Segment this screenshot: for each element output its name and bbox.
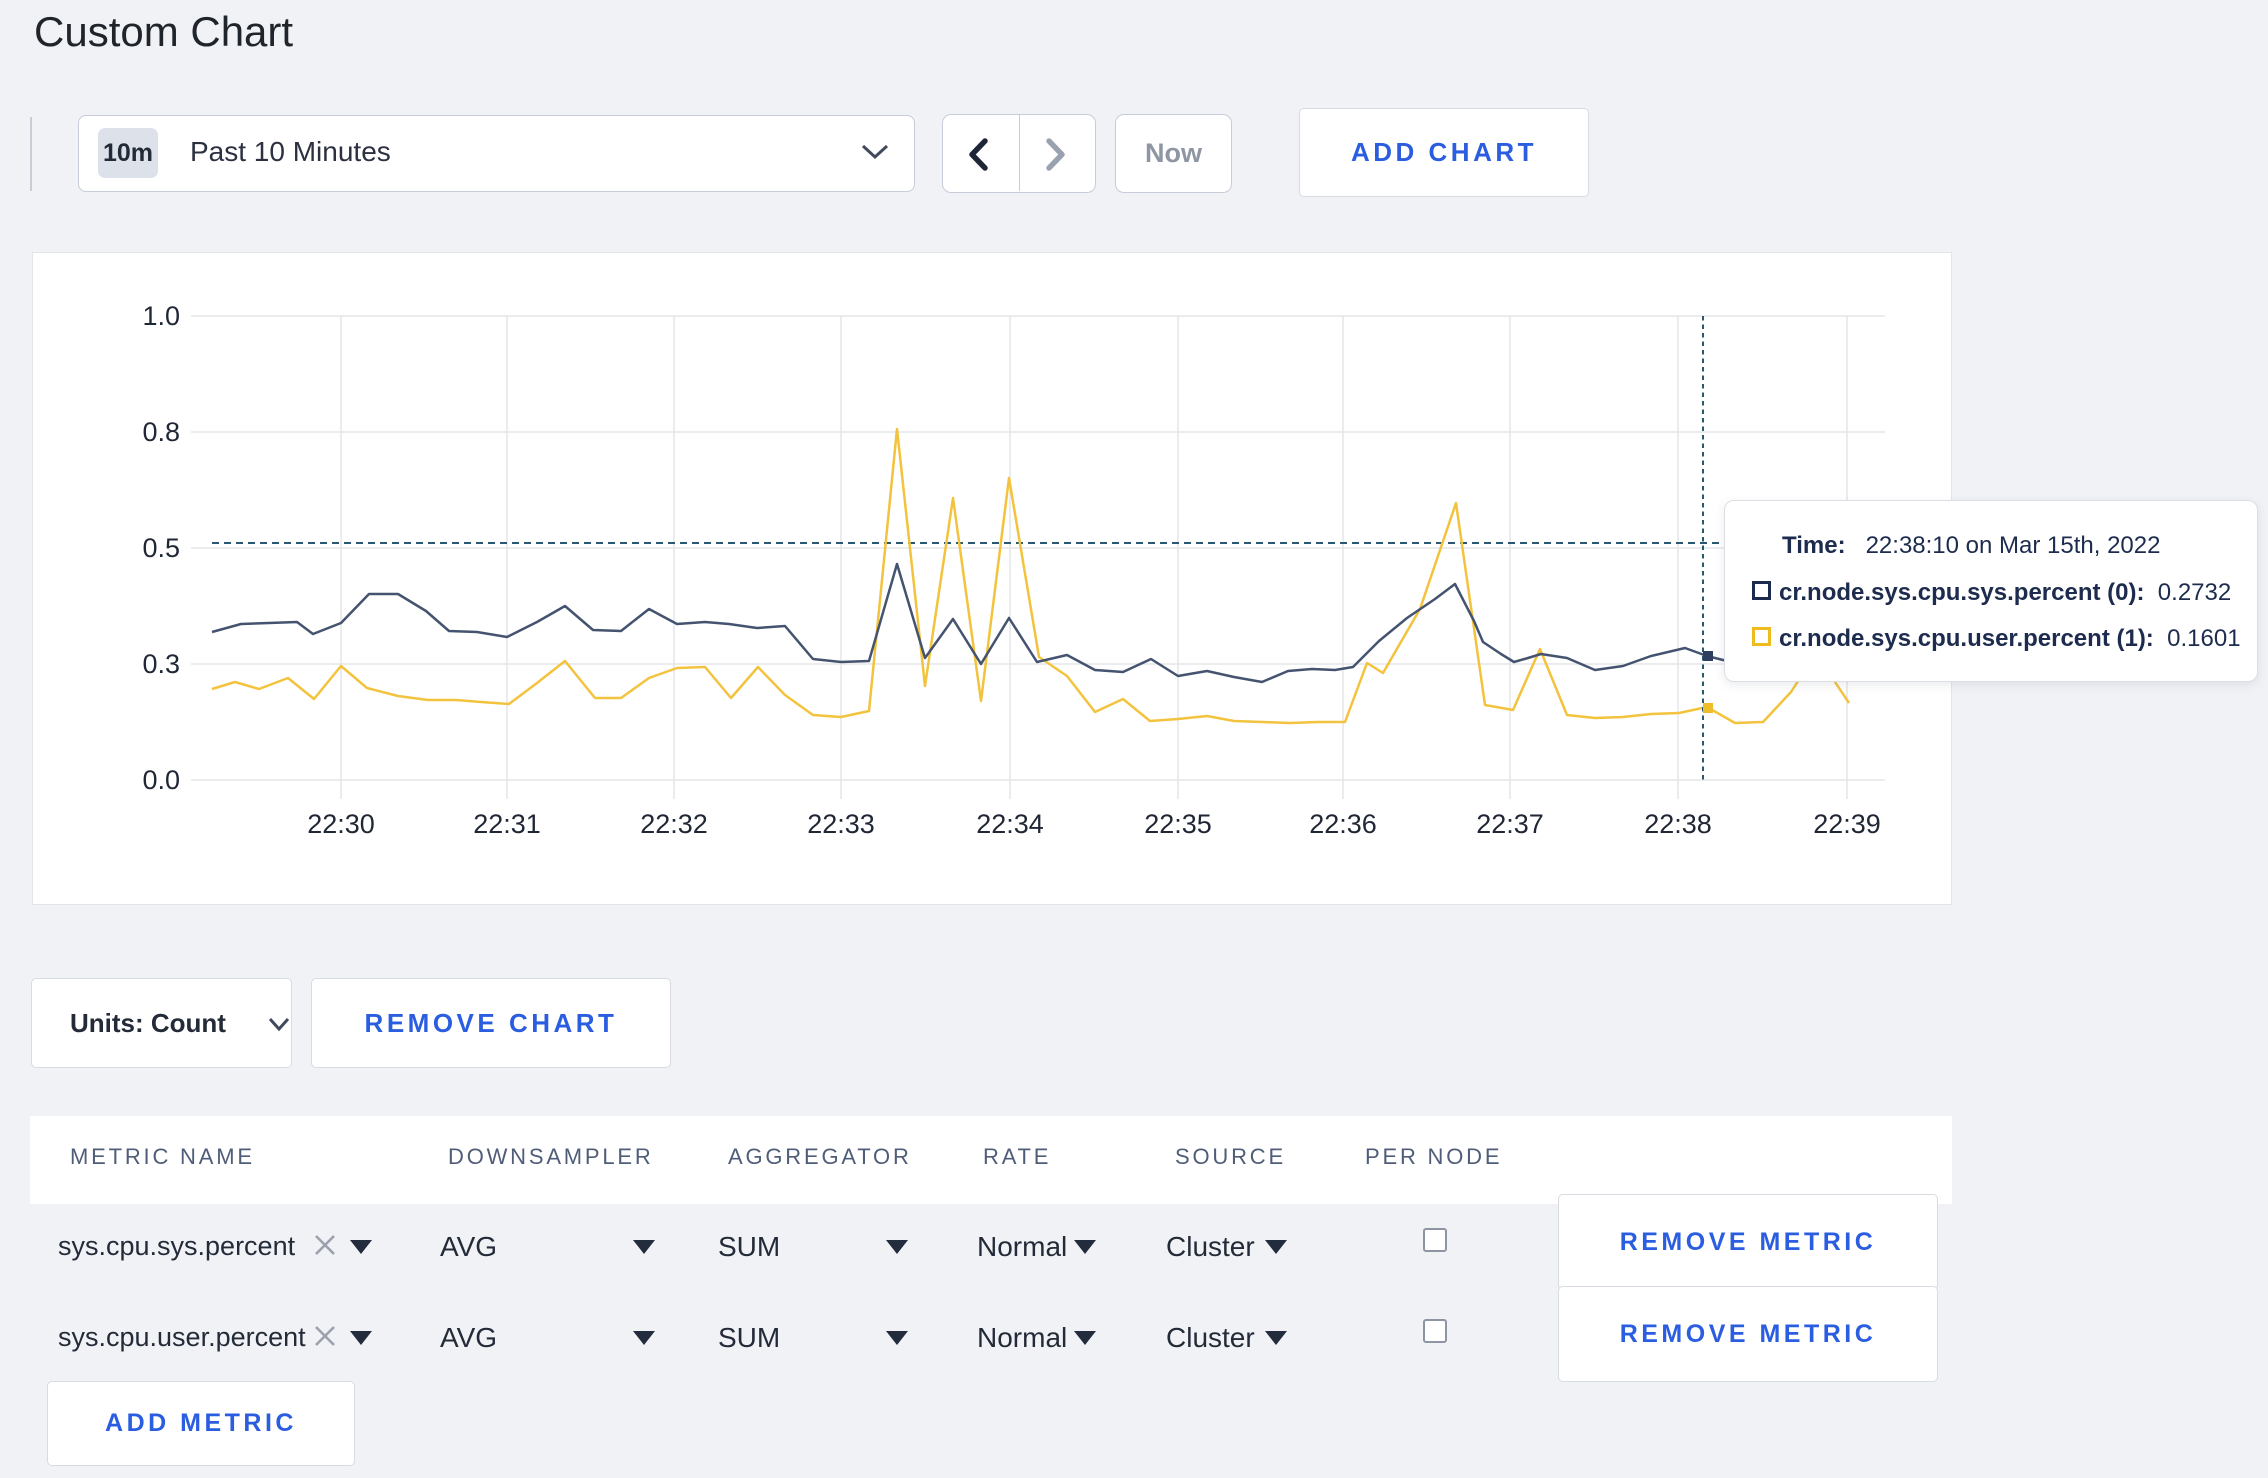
svg-text:0.0: 0.0 <box>142 765 180 795</box>
svg-text:0.8: 0.8 <box>142 417 180 447</box>
svg-text:22:38: 22:38 <box>1644 809 1712 839</box>
svg-text:22:34: 22:34 <box>976 809 1044 839</box>
svg-text:22:36: 22:36 <box>1309 809 1377 839</box>
svg-text:1.0: 1.0 <box>142 301 180 331</box>
svg-text:22:37: 22:37 <box>1476 809 1544 839</box>
svg-text:22:30: 22:30 <box>307 809 375 839</box>
svg-text:22:39: 22:39 <box>1813 809 1881 839</box>
svg-text:0.3: 0.3 <box>142 649 180 679</box>
svg-text:22:35: 22:35 <box>1144 809 1212 839</box>
svg-text:22:33: 22:33 <box>807 809 875 839</box>
svg-text:22:31: 22:31 <box>473 809 541 839</box>
svg-text:0.5: 0.5 <box>142 533 180 563</box>
svg-text:22:32: 22:32 <box>640 809 708 839</box>
